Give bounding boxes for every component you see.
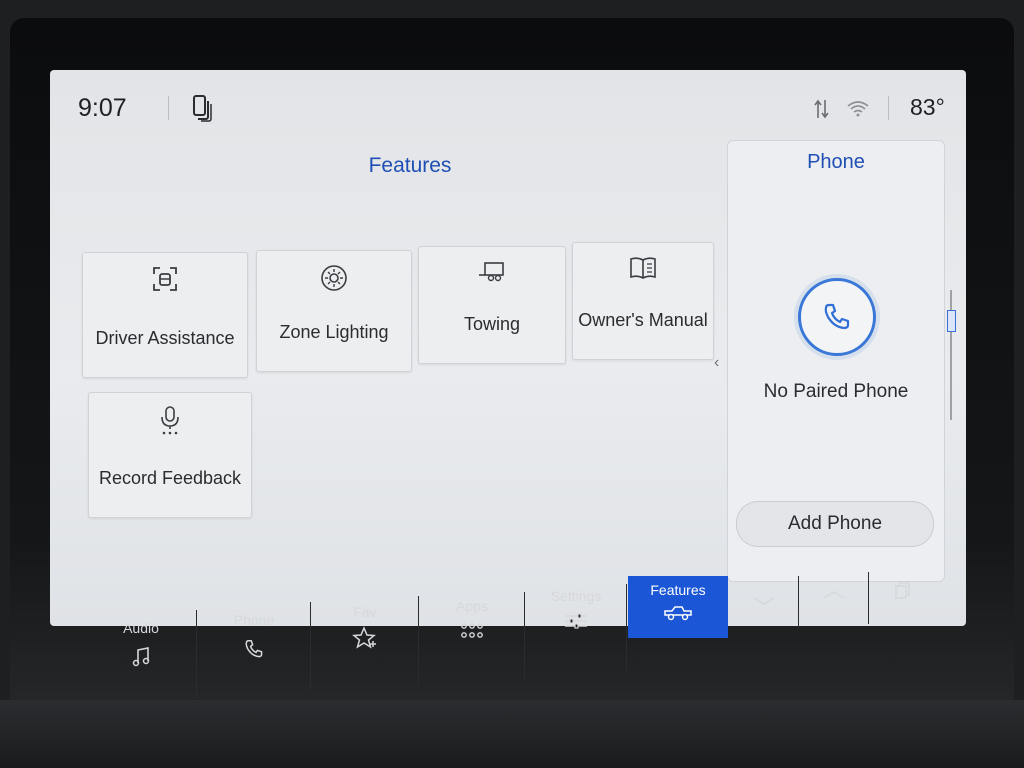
phone-icon xyxy=(243,638,265,663)
scroll-up-button[interactable] xyxy=(800,572,869,624)
phone-panel: Phone No Paired Phone Add Phone xyxy=(727,140,945,582)
chevron-down-icon xyxy=(752,594,776,610)
screens-icon xyxy=(893,580,913,603)
status-bar: 9:07 83° xyxy=(50,70,966,142)
tile-label: Record Feedback xyxy=(98,468,242,488)
scrollbar-thumb[interactable] xyxy=(947,310,956,332)
nav-label: Settings xyxy=(550,588,602,604)
nav-settings[interactable]: Settings xyxy=(526,584,627,672)
tile-zone-lighting[interactable]: Zone Lighting xyxy=(256,250,412,372)
nav-features[interactable]: Features xyxy=(628,576,728,638)
zone-lighting-icon xyxy=(319,263,349,298)
apps-grid-icon xyxy=(460,622,484,643)
tile-driver-assistance[interactable]: Driver Assistance xyxy=(82,252,248,378)
nav-label: Audio xyxy=(123,620,159,636)
truck-icon xyxy=(663,604,693,625)
sliders-icon xyxy=(563,612,589,633)
clock: 9:07 xyxy=(78,94,127,122)
tile-record-feedback[interactable]: Record Feedback xyxy=(88,392,252,518)
page-title: Features xyxy=(368,154,452,177)
scroll-down-button[interactable] xyxy=(730,576,799,628)
nav-label: Fav xyxy=(353,604,377,620)
phone-status-text: No Paired Phone xyxy=(763,381,909,402)
nav-label: Phone xyxy=(233,612,275,628)
microphone-icon xyxy=(158,405,182,440)
nav-phone[interactable]: Phone xyxy=(198,602,311,690)
signal-icon xyxy=(812,98,832,125)
nav-audio[interactable]: Audio xyxy=(86,610,197,698)
outside-temperature: 83° xyxy=(910,94,945,120)
nav-label: Features xyxy=(650,582,706,598)
nav-apps[interactable]: Apps xyxy=(420,592,525,680)
tile-label: Zone Lighting xyxy=(279,322,389,342)
add-phone-button[interactable]: Add Phone xyxy=(736,501,934,547)
bottom-nav: Audio Phone Fav Apps Settings Features xyxy=(86,570,992,698)
music-note-icon xyxy=(130,646,152,671)
dashboard-trim xyxy=(0,700,1024,768)
phone-status-icon[interactable] xyxy=(192,95,214,128)
status-divider xyxy=(888,96,889,120)
book-icon xyxy=(628,255,658,286)
tile-label: Owner's Manual xyxy=(578,310,708,330)
phone-icon xyxy=(824,303,850,330)
call-button[interactable] xyxy=(798,278,876,356)
status-divider xyxy=(168,96,169,120)
chevron-up-icon xyxy=(822,588,846,604)
tile-owners-manual[interactable]: Owner's Manual xyxy=(572,242,714,360)
tile-towing[interactable]: Towing xyxy=(418,246,566,364)
chevron-left-icon[interactable]: ‹ xyxy=(714,354,719,372)
nav-fav[interactable]: Fav xyxy=(312,596,419,684)
tile-label: Towing xyxy=(463,314,521,334)
wifi-icon xyxy=(846,98,870,123)
screens-button[interactable] xyxy=(870,570,936,620)
phone-panel-title[interactable]: Phone xyxy=(728,151,944,174)
star-icon xyxy=(352,626,378,653)
tile-label: Driver Assistance xyxy=(95,328,235,348)
nav-label: Apps xyxy=(456,598,488,614)
driver-assistance-icon xyxy=(151,265,179,298)
infotainment-screen: 9:07 83° Features Driver Assistance Zone… xyxy=(50,70,966,626)
trailer-icon xyxy=(477,259,507,288)
